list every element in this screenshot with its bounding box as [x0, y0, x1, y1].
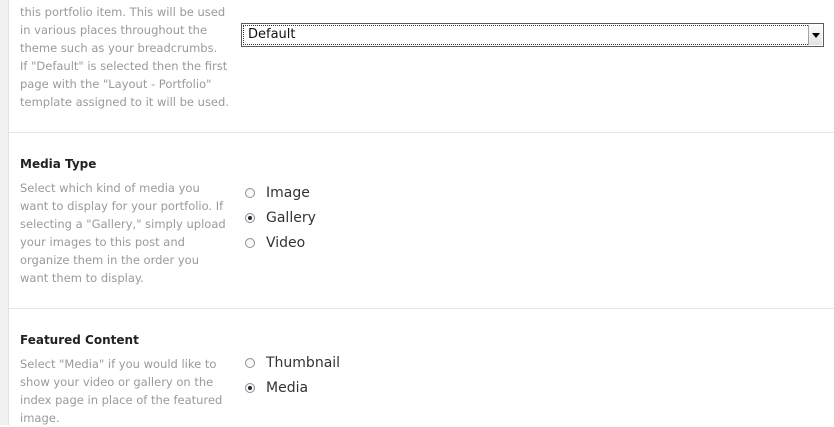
description-line: image. [20, 411, 60, 425]
media-type-label: Media Type [20, 157, 97, 171]
section-divider [8, 308, 834, 309]
description-line: organize them in the order you [20, 253, 200, 267]
description-line: page with the "Layout - Portfolio" [20, 77, 212, 91]
description-line: If "Default" is selected then the first [20, 59, 228, 73]
description-line: want them to display. [20, 271, 144, 285]
radio-button[interactable] [245, 358, 255, 368]
description-line: template assigned to it will be used. [20, 95, 229, 109]
option-label: Video [266, 235, 306, 251]
description-line: this portfolio item. This will be used [20, 5, 226, 19]
description-line: Select "Media" if you would like to [20, 357, 217, 371]
radio-button[interactable] [245, 383, 255, 393]
select-value: Default [248, 27, 296, 42]
option-label: Thumbnail [266, 355, 341, 371]
radio-button[interactable] [245, 188, 255, 198]
description-line: your images to this post and [20, 235, 185, 249]
description-line: want to display for your portfolio. If [20, 199, 224, 213]
option-label: Media [266, 380, 309, 396]
description-line: show your video or gallery on the [20, 375, 214, 389]
left-panel-border [0, 0, 9, 425]
option-label: Gallery [266, 210, 316, 226]
description-line: Select which kind of media you [20, 181, 200, 195]
page-template-select[interactable]: Default [241, 23, 824, 47]
description-line: index page in place of the featured [20, 393, 223, 407]
description-line: theme such as your breadcrumbs. [20, 41, 218, 55]
option-label: Image [266, 185, 310, 201]
radio-button[interactable] [245, 238, 255, 248]
featured-content-label: Featured Content [20, 333, 139, 347]
description-line: in various places throughout the [20, 23, 208, 37]
section-divider [8, 132, 834, 133]
radio-button[interactable] [245, 213, 255, 223]
description-line: selecting a "Gallery," simply upload [20, 217, 226, 231]
chevron-down-icon[interactable] [808, 25, 822, 45]
